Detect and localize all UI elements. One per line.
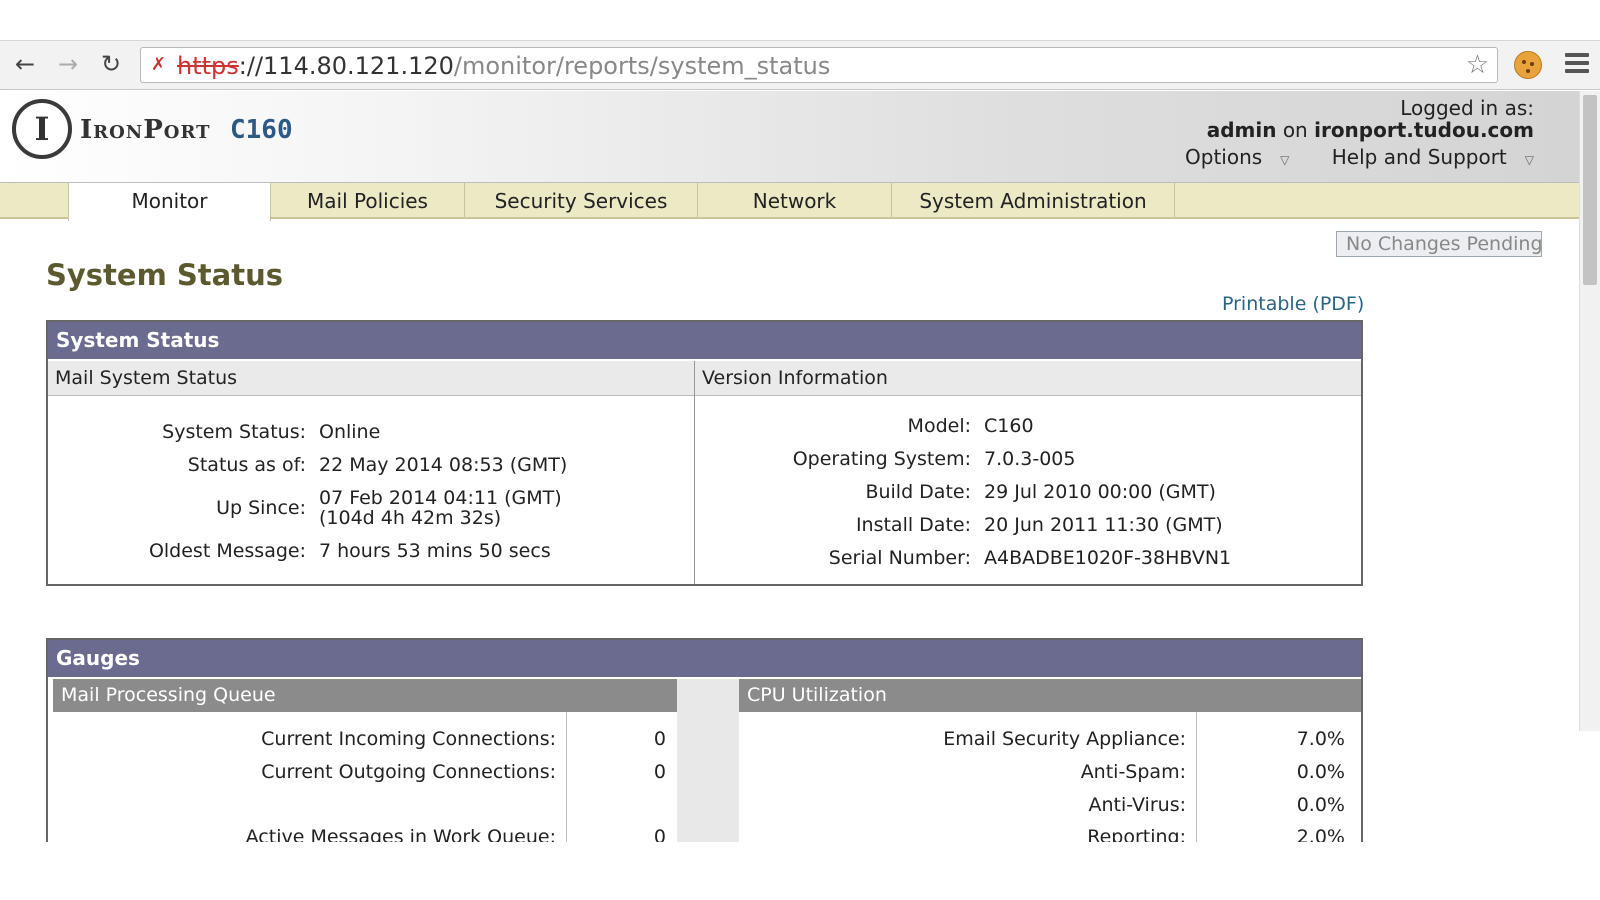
back-arrow-icon[interactable]: ← — [10, 49, 40, 79]
build-date-label: Build Date: — [865, 481, 971, 503]
scrollbar-thumb[interactable] — [1583, 95, 1597, 285]
no-changes-pending-button[interactable]: No Changes Pending — [1336, 231, 1542, 257]
login-info: Logged in as: admin on ironport.tudou.co… — [1149, 97, 1534, 171]
mail-processing-queue-header: Mail Processing Queue — [53, 679, 677, 712]
url-path: /monitor/reports/system_status — [453, 52, 831, 80]
tab-network[interactable]: Network — [698, 183, 892, 219]
tab-security-services[interactable]: Security Services — [465, 183, 698, 219]
printable-pdf-link[interactable]: Printable (PDF) — [1222, 293, 1364, 315]
url-text[interactable]: https://114.80.121.120/monitor/reports/s… — [177, 53, 830, 79]
options-menu[interactable]: Options ▽ — [1167, 145, 1289, 169]
address-bar[interactable]: ✗ https://114.80.121.120/monitor/reports… — [140, 47, 1498, 83]
viewport-bottom-edge — [0, 842, 1600, 900]
up-since-duration: (104d 4h 42m 32s) — [319, 507, 502, 529]
queue-value: 0 — [653, 728, 666, 750]
cpu-value: 7.0% — [1296, 728, 1345, 750]
cpu-value: 0.0% — [1296, 761, 1345, 783]
forward-arrow-icon[interactable]: → — [53, 49, 83, 79]
insecure-lock-icon[interactable]: ✗ — [151, 55, 171, 75]
serial-number-value: A4BADBE1020F-38HBVN1 — [984, 547, 1232, 569]
tab-system-administration[interactable]: System Administration — [892, 183, 1175, 219]
cpu-utilization-header: CPU Utilization — [739, 679, 1361, 712]
logged-in-label: Logged in as: — [1400, 96, 1534, 120]
cpu-label: Email Security Appliance: — [943, 728, 1186, 750]
status-as-of-value: 22 May 2014 08:53 (GMT) — [319, 454, 568, 476]
status-value: Online — [319, 421, 381, 443]
chevron-down-icon: ▽ — [1524, 153, 1534, 167]
version-information-header: Version Information — [695, 361, 1361, 396]
help-label: Help and Support — [1331, 145, 1507, 169]
page-title: System Status — [46, 258, 283, 292]
queue-value: 0 — [653, 761, 666, 783]
cpu-label: Anti-Virus: — [1088, 794, 1186, 816]
cpu-value: 0.0% — [1296, 794, 1345, 816]
model-value: C160 — [984, 415, 1034, 437]
on-label: on — [1282, 118, 1308, 142]
hostname: ironport.tudou.com — [1314, 118, 1534, 142]
options-label: Options — [1185, 145, 1263, 169]
mail-system-status-header: Mail System Status — [48, 361, 694, 396]
cpu-label: Anti-Spam: — [1080, 761, 1186, 783]
oldest-message-value: 7 hours 53 mins 50 secs — [319, 540, 551, 562]
tab-mail-policies[interactable]: Mail Policies — [271, 183, 465, 219]
bookmark-star-icon[interactable]: ☆ — [1466, 51, 1489, 79]
ironport-logo-icon: I — [12, 99, 72, 159]
app-header: I IronPort C160 Logged in as: admin on i… — [0, 91, 1579, 183]
install-date-value: 20 Jun 2011 11:30 (GMT) — [984, 514, 1223, 536]
status-label: System Status: — [162, 421, 306, 443]
reload-icon[interactable]: ↻ — [96, 49, 126, 79]
system-status-panel: System Status Mail System Status Version… — [46, 320, 1363, 586]
logo-brand: IronPort — [80, 115, 211, 145]
logo-model: C160 — [230, 115, 293, 145]
oldest-message-label: Oldest Message: — [148, 540, 306, 562]
help-support-menu[interactable]: Help and Support ▽ — [1314, 145, 1534, 169]
chevron-down-icon: ▽ — [1280, 153, 1290, 167]
url-scheme: https — [177, 52, 239, 80]
browser-toolbar: ← → ↻ ✗ https://114.80.121.120/monitor/r… — [0, 40, 1600, 90]
menu-icon[interactable] — [1565, 53, 1589, 75]
login-user-line: admin on ironport.tudou.com — [1149, 119, 1534, 141]
queue-label: Current Outgoing Connections: — [261, 761, 556, 783]
up-since-label: Up Since: — [216, 497, 306, 519]
url-host: ://114.80.121.120 — [238, 52, 454, 80]
username: admin — [1206, 118, 1277, 142]
up-since-value: 07 Feb 2014 04:11 (GMT) — [319, 487, 562, 509]
header-menus: Options ▽ Help and Support ▽ — [1149, 146, 1534, 171]
os-label: Operating System: — [792, 448, 971, 470]
status-as-of-label: Status as of: — [187, 454, 306, 476]
tab-monitor[interactable]: Monitor — [68, 183, 271, 221]
panel-title: Gauges — [48, 640, 1361, 677]
main-nav: Monitor Mail Policies Security Services … — [0, 183, 1579, 221]
model-label: Model: — [907, 415, 971, 437]
queue-label: Current Incoming Connections: — [261, 728, 556, 750]
page-scrollbar[interactable] — [1579, 91, 1600, 731]
install-date-label: Install Date: — [855, 514, 971, 536]
cookie-extension-icon[interactable] — [1514, 51, 1542, 79]
panel-title: System Status — [48, 322, 1361, 359]
build-date-value: 29 Jul 2010 00:00 (GMT) — [984, 481, 1216, 503]
serial-number-label: Serial Number: — [828, 547, 971, 569]
os-value: 7.0.3-005 — [984, 448, 1076, 470]
